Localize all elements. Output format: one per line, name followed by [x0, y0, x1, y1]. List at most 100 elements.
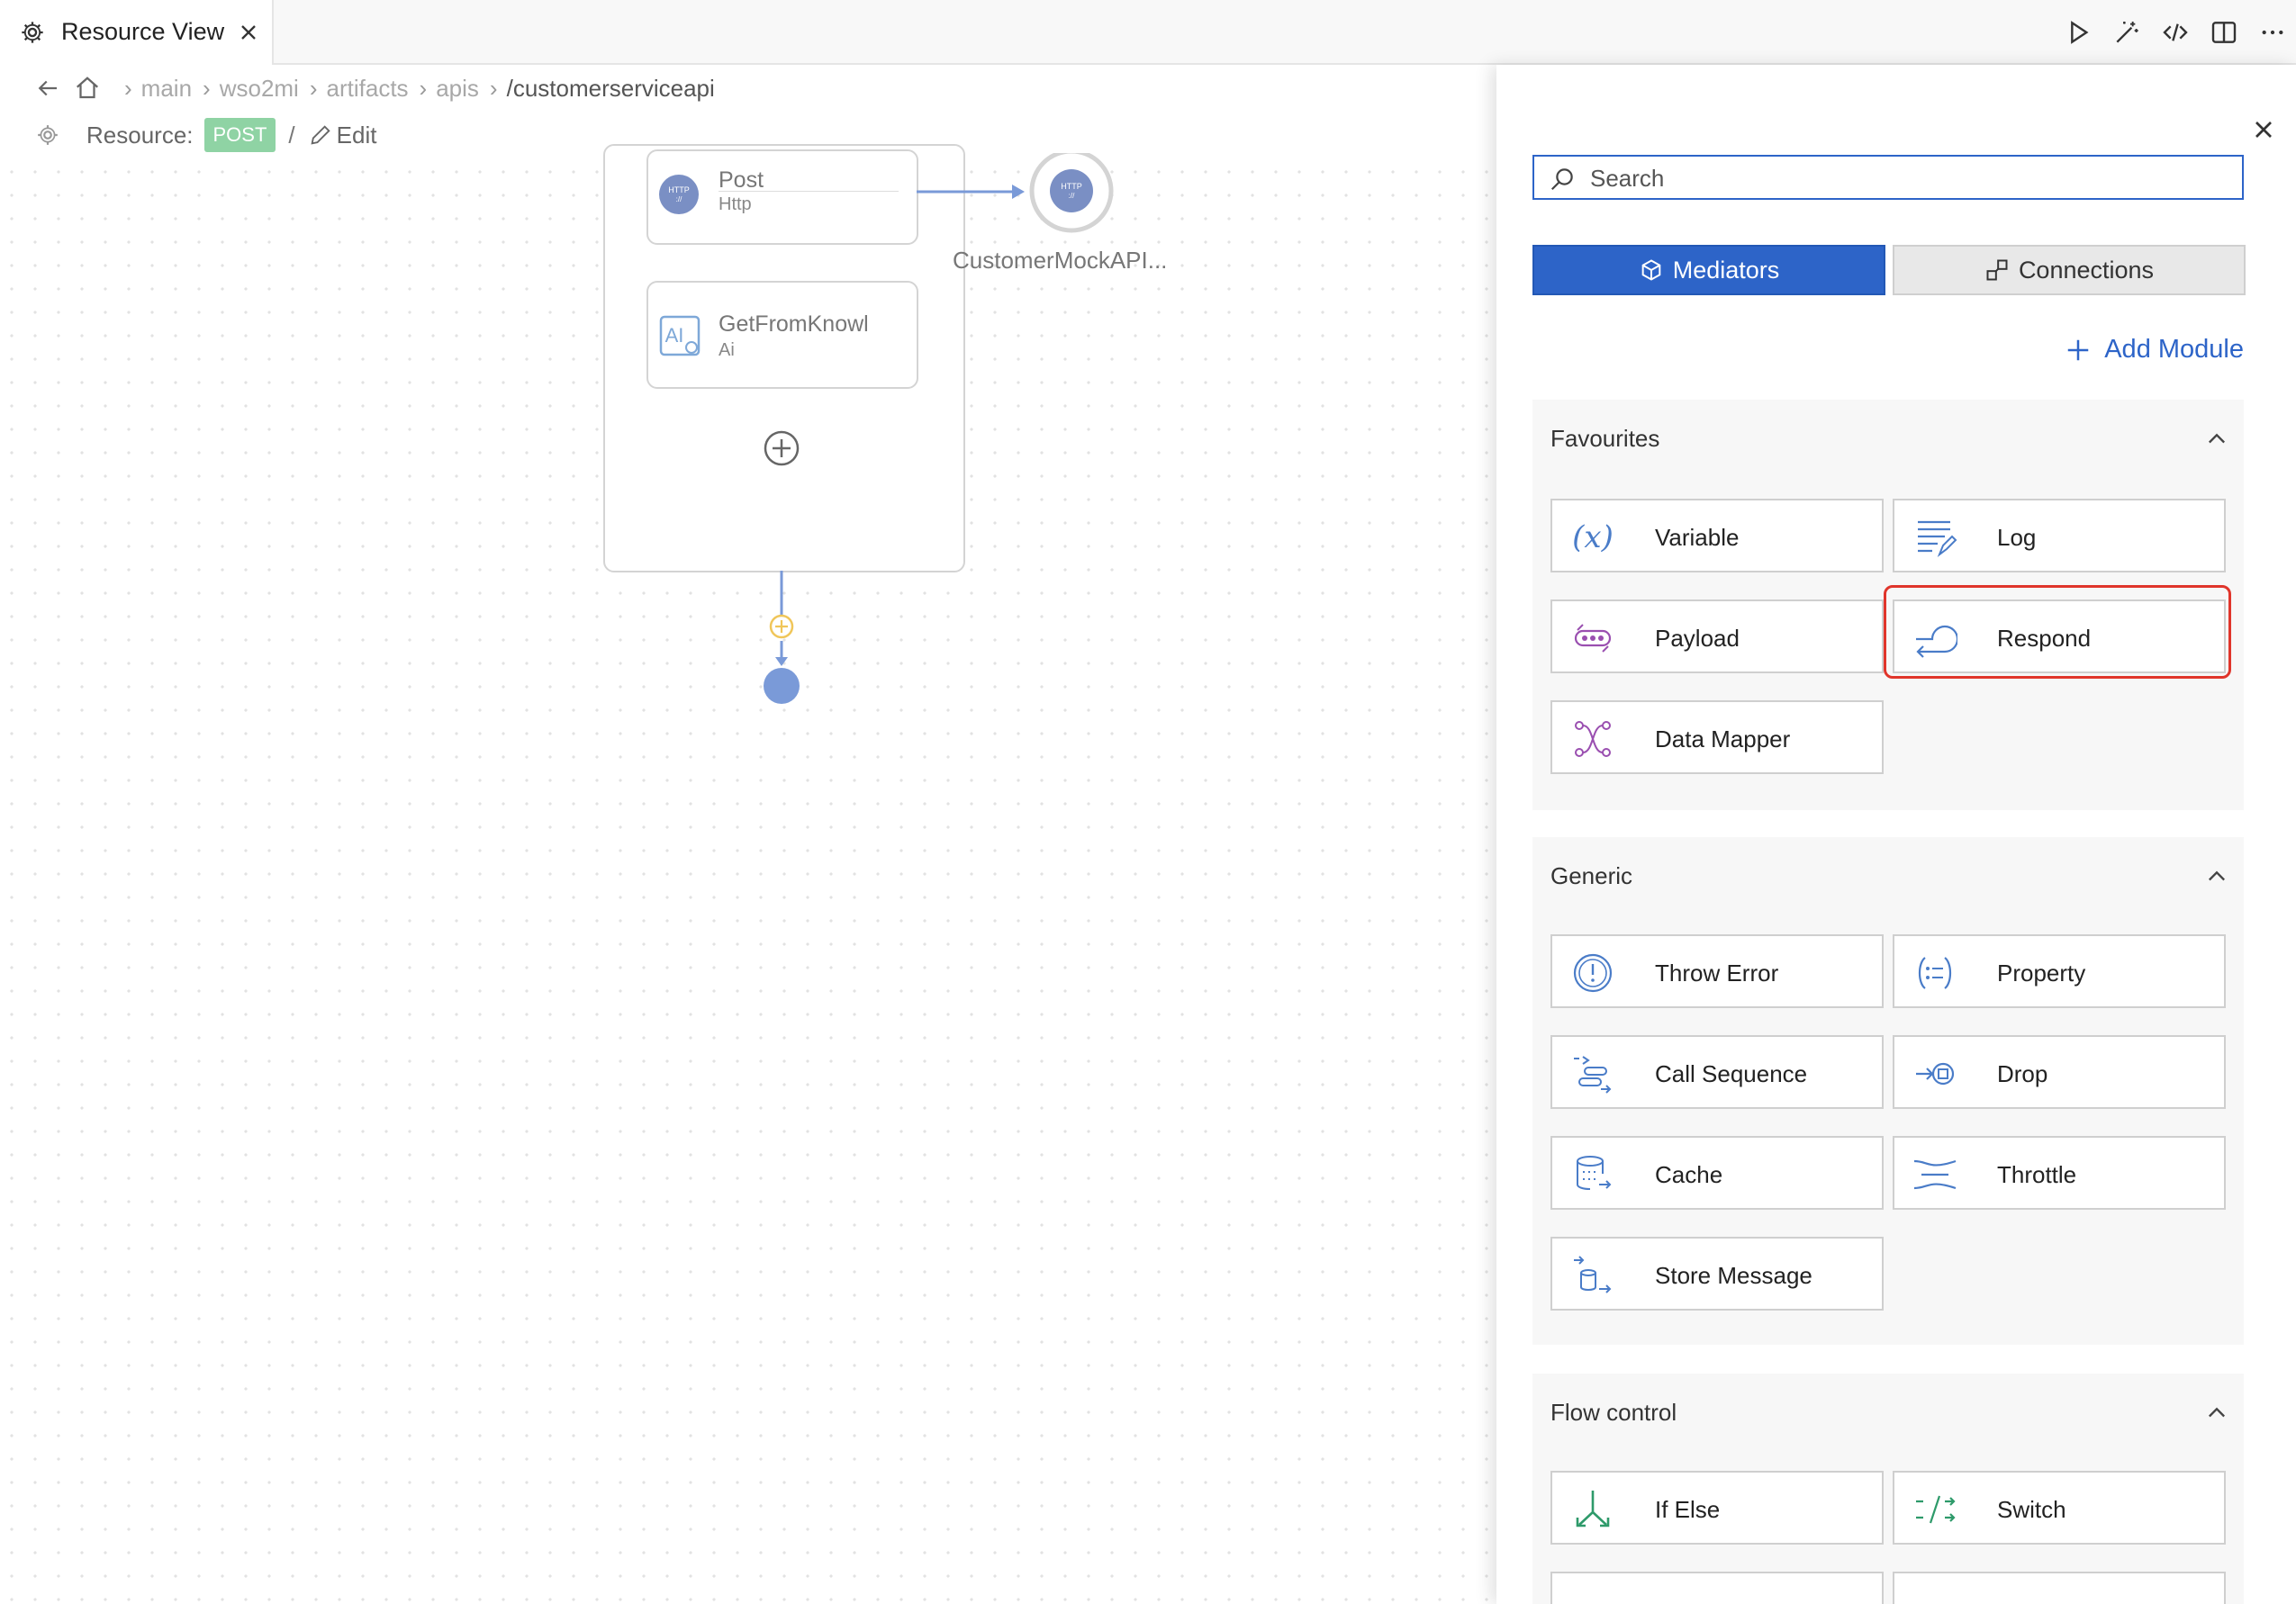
chevron-up-icon[interactable]: [2204, 1401, 2229, 1426]
call-sequence-icon: [1574, 1056, 1612, 1094]
cube-icon: [1641, 259, 1661, 281]
magic-wand-icon[interactable]: [2112, 18, 2141, 47]
mediator-label: Variable: [1655, 524, 1740, 551]
add-module-label: Add Module: [2104, 335, 2244, 364]
diagram-node-post[interactable]: HTTP:// Post Http: [646, 149, 918, 245]
chevron-up-icon[interactable]: [2204, 864, 2229, 889]
chevron-right-icon: ›: [203, 74, 211, 102]
node-subtitle: Ai: [719, 340, 735, 360]
endpoint-label: CustomerMockAPI...: [953, 247, 1168, 274]
diagram-node-ai[interactable]: AI GetFromKnowl Ai: [646, 281, 918, 389]
home-icon[interactable]: [74, 75, 101, 102]
variable-icon: (x): [1572, 519, 1614, 555]
svg-text:://: ://: [676, 195, 682, 203]
run-icon[interactable]: [2064, 18, 2093, 47]
edit-link[interactable]: Edit: [337, 122, 377, 149]
mediator-label: Switch: [1997, 1496, 2066, 1523]
mediator-label: Throttle: [1997, 1161, 2077, 1188]
back-arrow-icon[interactable]: [34, 75, 61, 102]
switch-icon: [1916, 1495, 1956, 1524]
mediator-variable[interactable]: (x) Variable: [1550, 499, 1884, 572]
mediator-label: Drop: [1997, 1060, 2048, 1087]
breadcrumb-item[interactable]: main: [141, 75, 192, 103]
ai-icon: AI: [659, 315, 701, 356]
mediator-log[interactable]: Log: [1893, 499, 2226, 572]
chevron-right-icon: ›: [419, 74, 428, 102]
tab-title: Resource View: [61, 18, 225, 45]
tab-mediators[interactable]: Mediators: [1532, 245, 1885, 295]
mediator-throw-error[interactable]: Throw Error: [1550, 934, 1884, 1008]
store-message-icon: [1574, 1256, 1612, 1293]
mediator-if-else[interactable]: If Else: [1550, 1471, 1884, 1545]
tab-label: Mediators: [1672, 256, 1780, 284]
method-badge: POST: [203, 118, 276, 152]
section-title: Flow control: [1550, 1399, 1677, 1426]
plus-icon: [2067, 339, 2089, 360]
svg-text:HTTP: HTTP: [668, 185, 690, 194]
resource-header: Resource: POST / Edit: [36, 117, 376, 153]
mediator-label: Cache: [1655, 1161, 1723, 1188]
svg-text:(x): (x): [1572, 519, 1614, 555]
chevron-up-icon[interactable]: [2204, 427, 2229, 452]
mediator-label: Store Message: [1655, 1262, 1812, 1289]
mediator-drop[interactable]: Drop: [1893, 1035, 2226, 1109]
node-title: Post: [719, 167, 764, 193]
add-node-icon[interactable]: [762, 428, 801, 468]
chevron-right-icon: ›: [489, 74, 498, 102]
tab-resource-view[interactable]: Resource View: [0, 0, 274, 65]
section-title: Generic: [1550, 862, 1633, 889]
breadcrumb-item[interactable]: wso2mi: [220, 75, 299, 103]
log-icon: [1918, 520, 1957, 557]
connector-arrow: [917, 185, 1025, 199]
section-title: Favourites: [1550, 425, 1660, 452]
breadcrumb-item[interactable]: apis: [436, 75, 479, 103]
breadcrumb: › main › wso2mi › artifacts › apis › /cu…: [34, 70, 715, 106]
mediator-payload[interactable]: Payload: [1550, 599, 1884, 673]
mediator-label: Call Sequence: [1655, 1060, 1808, 1087]
chevron-right-icon: ›: [124, 74, 132, 102]
mediator-cache[interactable]: Cache: [1550, 1136, 1884, 1210]
pencil-icon[interactable]: [308, 122, 333, 148]
mediator-label: Log: [1997, 524, 2037, 551]
throttle-icon: [1913, 1159, 1957, 1190]
gear-icon: [22, 22, 43, 43]
close-icon[interactable]: [236, 20, 261, 45]
mediator-label: Property: [1997, 960, 2086, 987]
search-box: [1532, 155, 2244, 200]
gear-icon: [38, 125, 58, 145]
more-icon[interactable]: [2258, 18, 2287, 47]
mediator-data-mapper[interactable]: Data Mapper: [1550, 700, 1884, 774]
add-module-button[interactable]: Add Module: [2065, 335, 2244, 365]
mediator-call-sequence[interactable]: Call Sequence: [1550, 1035, 1884, 1109]
resource-label: Resource:: [86, 121, 194, 149]
data-mapper-icon: [1575, 721, 1611, 757]
connection-icon: [1986, 259, 2008, 281]
node-title: GetFromKnowl: [719, 311, 869, 337]
tab-connections[interactable]: Connections: [1893, 245, 2246, 295]
mediator-card-partial[interactable]: [1893, 1572, 2226, 1604]
breadcrumb-item[interactable]: artifacts: [327, 75, 409, 103]
mediator-switch[interactable]: Switch: [1893, 1471, 2226, 1545]
chevron-right-icon: ›: [309, 74, 318, 102]
highlight-outline: [1884, 585, 2231, 679]
mediator-card-partial[interactable]: [1550, 1572, 1884, 1604]
mediator-label: If Else: [1655, 1496, 1721, 1523]
property-icon: [1918, 957, 1952, 989]
tab-label: Connections: [2018, 256, 2155, 284]
svg-text:HTTP: HTTP: [1061, 182, 1082, 191]
mediator-label: Payload: [1655, 625, 1740, 652]
split-editor-icon[interactable]: [2210, 18, 2238, 47]
flow-connector: [764, 571, 800, 704]
close-panel-icon[interactable]: [2249, 115, 2278, 144]
cache-icon: [1577, 1156, 1612, 1190]
node-subtitle: Http: [719, 194, 752, 214]
mediator-throttle[interactable]: Throttle: [1893, 1136, 2226, 1210]
error-icon: [1573, 953, 1613, 993]
mediator-store-message[interactable]: Store Message: [1550, 1237, 1884, 1311]
endpoint-icon[interactable]: HTTP://: [1026, 153, 1116, 243]
mediator-property[interactable]: Property: [1893, 934, 2226, 1008]
code-icon[interactable]: [2161, 18, 2190, 47]
if-else-icon: [1576, 1491, 1610, 1527]
search-input[interactable]: [1588, 162, 2222, 194]
http-icon: HTTP://: [659, 175, 699, 214]
